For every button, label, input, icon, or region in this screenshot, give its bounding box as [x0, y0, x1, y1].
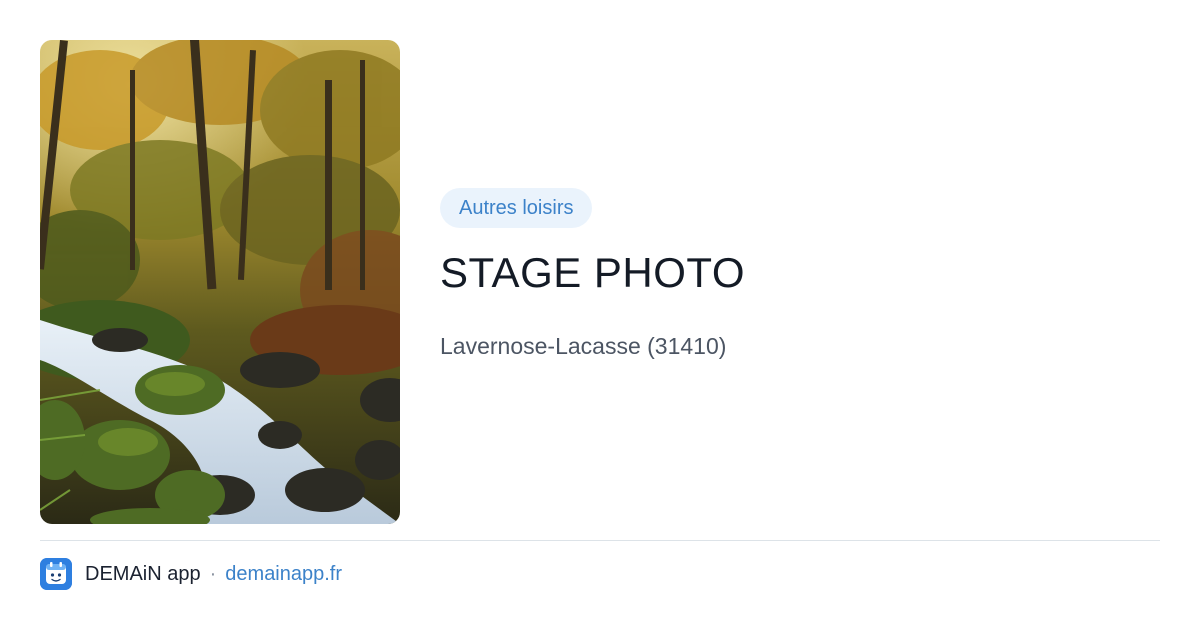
- event-photo: [40, 40, 400, 524]
- event-info: Autres loisirs STAGE PHOTO Lavernose-Lac…: [440, 188, 1160, 361]
- share-card: Autres loisirs STAGE PHOTO Lavernose-Lac…: [0, 0, 1200, 630]
- footer: DEMAiN app · demainapp.fr: [40, 558, 342, 590]
- footer-separator: ·: [209, 562, 217, 585]
- event-title: STAGE PHOTO: [440, 249, 745, 296]
- app-name: DEMAiN app: [85, 562, 201, 585]
- category-tag[interactable]: Autres loisirs: [440, 188, 593, 228]
- site-link[interactable]: demainapp.fr: [225, 563, 342, 586]
- demain-app-logo-icon: [40, 558, 72, 590]
- forest-stream-image: [40, 40, 400, 524]
- footer-divider: [40, 540, 1160, 541]
- event-location: Lavernose-Lacasse (31410): [440, 333, 727, 359]
